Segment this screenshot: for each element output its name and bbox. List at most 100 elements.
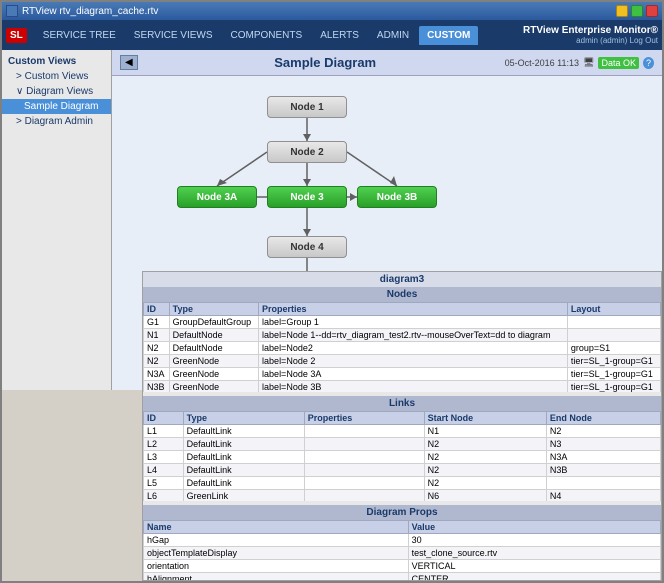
brand-sub: admin (admin) Log Out (576, 36, 658, 45)
sidebar-item-custom-views[interactable]: > Custom Views (2, 69, 111, 84)
tab-admin[interactable]: ADMIN (369, 26, 417, 45)
cell-type: GreenNode (169, 381, 258, 393)
cell-name: orientation (144, 560, 409, 573)
links-table: ID Type Properties Start Node End Node L… (143, 411, 661, 501)
table-row[interactable]: hGap 30 (144, 534, 661, 547)
table-row[interactable]: L1 DefaultLink N1 N2 (144, 425, 661, 438)
sidebar: Custom Views > Custom Views ∨ Diagram Vi… (2, 50, 112, 390)
table-row[interactable]: N2 GreenNode label=Node 2 tier=SL_1-grou… (144, 355, 661, 368)
nodes-col-layout: Layout (567, 303, 660, 316)
cell-properties: label=Node 1--dd=rtv_diagram_test2.rtv--… (259, 329, 568, 342)
table-row[interactable]: N3A GreenNode label=Node 3A tier=SL_1-gr… (144, 368, 661, 381)
nodes-table: ID Type Properties Layout G1 GroupDefaul… (143, 302, 661, 392)
cell-properties (304, 464, 424, 477)
cell-type: GreenNode (169, 355, 258, 368)
tab-custom[interactable]: CUSTOM (419, 26, 478, 45)
cell-layout: group=S1 (567, 342, 660, 355)
sidebar-item-sample-diagram[interactable]: Sample Diagram (2, 99, 111, 114)
cell-properties (304, 438, 424, 451)
cell-properties (304, 425, 424, 438)
cell-layout: tier=SL_1-group=G1 (567, 355, 660, 368)
nodes-table-wrap[interactable]: ID Type Properties Layout G1 GroupDefaul… (143, 302, 661, 392)
cell-end (546, 477, 660, 490)
cell-name: hGap (144, 534, 409, 547)
diagram-title: diagram3 (143, 272, 661, 287)
cell-layout (567, 316, 660, 329)
status-date: 05-Oct-2016 11:13 (505, 58, 579, 68)
node-n4[interactable]: Node 4 (267, 236, 347, 258)
table-row[interactable]: N1 DefaultNode label=Node 1--dd=rtv_diag… (144, 329, 661, 342)
table-row[interactable]: orientation VERTICAL (144, 560, 661, 573)
cell-id: L3 (144, 451, 184, 464)
links-table-wrap[interactable]: ID Type Properties Start Node End Node L… (143, 411, 661, 501)
status-ok-badge: Data OK (598, 57, 639, 69)
cell-type: DefaultLink (183, 425, 304, 438)
props-col-value: Value (408, 521, 660, 534)
table-row[interactable]: N3B GreenNode label=Node 3B tier=SL_1-gr… (144, 381, 661, 393)
links-col-type: Type (183, 412, 304, 425)
table-row[interactable]: objectTemplateDisplay test_clone_source.… (144, 547, 661, 560)
view-header: ◀ Sample Diagram 05-Oct-2016 11:13 🖥 Dat… (112, 50, 662, 76)
cell-type: GreenLink (183, 490, 304, 502)
table-row[interactable]: N2 DefaultNode label=Node2 group=S1 (144, 342, 661, 355)
info-button[interactable]: ? (643, 57, 654, 69)
cell-start: N2 (424, 438, 546, 451)
view-title: Sample Diagram (146, 55, 505, 70)
maximize-button[interactable] (631, 5, 643, 17)
nav-right: RTView Enterprise Monitor® admin (admin)… (523, 25, 658, 45)
tab-service-views[interactable]: SERVICE VIEWS (126, 26, 221, 45)
tab-service-tree[interactable]: SERVICE TREE (35, 26, 124, 45)
node-n1[interactable]: Node 1 (267, 96, 347, 118)
node-n3b[interactable]: Node 3B (357, 186, 437, 208)
sidebar-item-diagram-views[interactable]: ∨ Diagram Views (2, 84, 111, 99)
cell-properties: label=Node2 (259, 342, 568, 355)
table-row[interactable]: L3 DefaultLink N2 N3A (144, 451, 661, 464)
cell-properties: label=Group 1 (259, 316, 568, 329)
cell-id: L6 (144, 490, 184, 502)
cell-name: objectTemplateDisplay (144, 547, 409, 560)
table-row[interactable]: L5 DefaultLink N2 (144, 477, 661, 490)
links-col-properties: Properties (304, 412, 424, 425)
cell-properties: label=Node 3B (259, 381, 568, 393)
window-icon (6, 5, 18, 17)
cell-value: 30 (408, 534, 660, 547)
minimize-button[interactable] (616, 5, 628, 17)
cell-end: N3B (546, 464, 660, 477)
cell-layout (567, 329, 660, 342)
diagram-props-section: Diagram Props Name Value hGap 30objectTe… (143, 505, 661, 581)
cell-start: N2 (424, 451, 546, 464)
cell-type: GroupDefaultGroup (169, 316, 258, 329)
table-row[interactable]: hAlignment CENTER (144, 573, 661, 582)
table-row[interactable]: L6 GreenLink N6 N4 (144, 490, 661, 502)
cell-type: DefaultLink (183, 438, 304, 451)
cell-properties: label=Node 2 (259, 355, 568, 368)
node-n3a[interactable]: Node 3A (177, 186, 257, 208)
props-table-wrap[interactable]: Name Value hGap 30objectTemplateDisplay … (143, 520, 661, 581)
table-row[interactable]: L4 DefaultLink N2 N3B (144, 464, 661, 477)
cell-type: DefaultLink (183, 451, 304, 464)
tab-components[interactable]: COMPONENTS (223, 26, 311, 45)
cell-name: hAlignment (144, 573, 409, 582)
table-row[interactable]: L2 DefaultLink N2 N3 (144, 438, 661, 451)
cell-layout: tier=SL_1-group=G1 (567, 368, 660, 381)
view-status: 05-Oct-2016 11:13 🖥 Data OK ? (505, 57, 654, 69)
sidebar-item-diagram-admin[interactable]: > Diagram Admin (2, 114, 111, 129)
cell-value: CENTER (408, 573, 660, 582)
tab-alerts[interactable]: ALERTS (312, 26, 367, 45)
cell-id: L1 (144, 425, 184, 438)
cell-layout: tier=SL_1-group=G1 (567, 381, 660, 393)
brand-name: RTView Enterprise Monitor® (523, 25, 658, 36)
diagram-props-header: Diagram Props (143, 505, 661, 520)
cell-id: L4 (144, 464, 184, 477)
cell-end: N2 (546, 425, 660, 438)
cell-id: G1 (144, 316, 170, 329)
back-button[interactable]: ◀ (120, 55, 138, 70)
cell-properties (304, 477, 424, 490)
node-n2[interactable]: Node 2 (267, 141, 347, 163)
nodes-col-id: ID (144, 303, 170, 316)
table-row[interactable]: G1 GroupDefaultGroup label=Group 1 (144, 316, 661, 329)
cell-type: DefaultLink (183, 464, 304, 477)
node-n3[interactable]: Node 3 (267, 186, 347, 208)
links-col-end: End Node (546, 412, 660, 425)
close-button[interactable] (646, 5, 658, 17)
